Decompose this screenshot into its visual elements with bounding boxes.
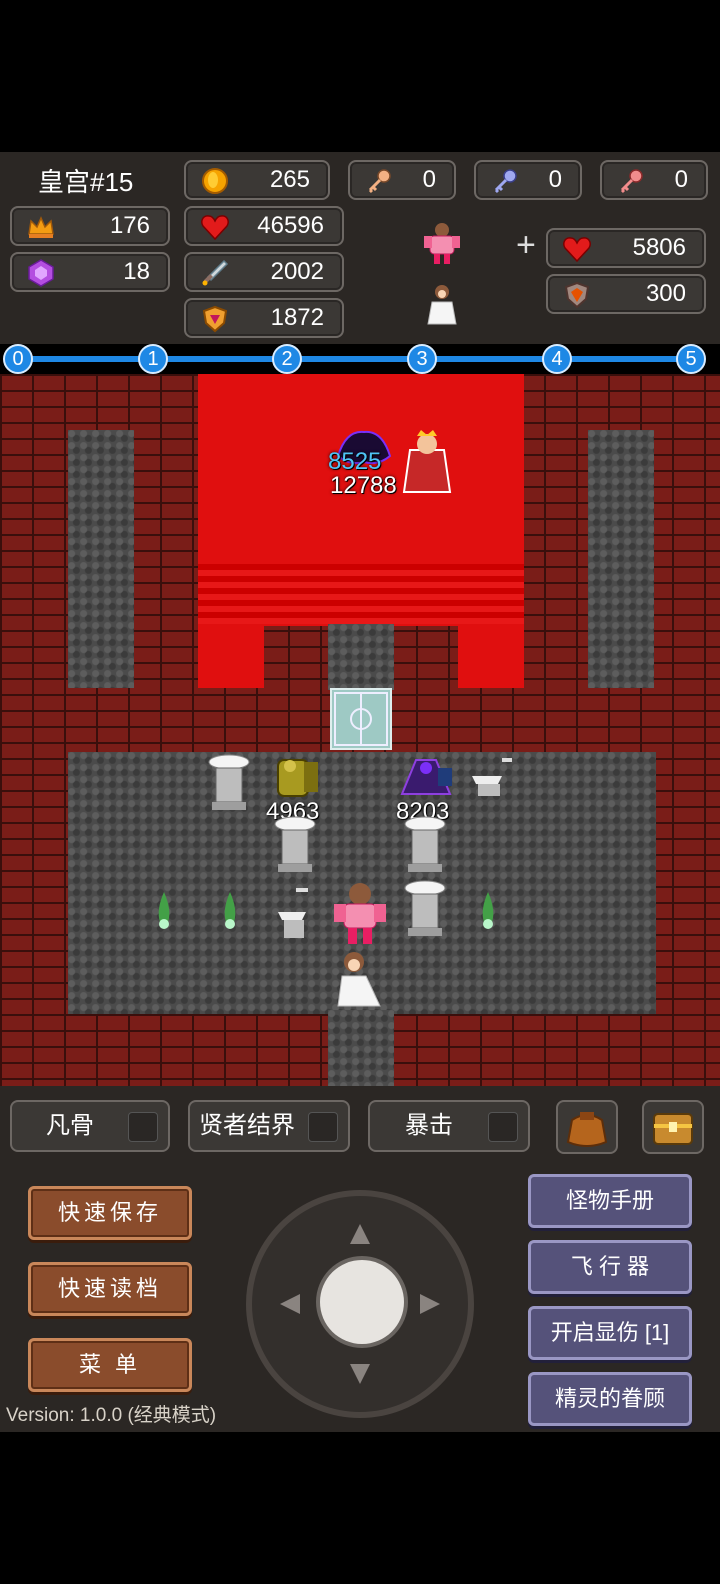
floor-track-line [18, 356, 702, 362]
king-npc-icon[interactable] [400, 428, 454, 494]
toggle-sage-barrier-checkbox[interactable] [308, 1112, 338, 1142]
level-stat: 176 [10, 206, 170, 246]
stone-column-right [588, 430, 654, 688]
heart-icon [563, 237, 591, 263]
pillar-icon [208, 754, 250, 810]
door-rune-icon [334, 692, 388, 746]
floor-node-5[interactable]: 5 [676, 344, 706, 374]
floor-progress-track: 0 1 2 3 4 5 [0, 344, 720, 374]
plus-icon: + [516, 226, 536, 264]
arrow-down-icon [350, 1364, 370, 1384]
joystick-knob[interactable] [320, 1260, 404, 1344]
stone-entrance [328, 1010, 394, 1086]
floor-node-0[interactable]: 0 [3, 344, 33, 374]
show-damage-button[interactable]: 开启显伤 [1] [528, 1306, 692, 1360]
red-key-stat: 0 [600, 160, 708, 200]
defense-stat: 1872 [184, 298, 344, 338]
hp-stat: 46596 [184, 206, 344, 246]
stone-column-left [68, 430, 134, 688]
chest-button[interactable] [642, 1100, 704, 1154]
floor-node-3[interactable]: 3 [407, 344, 437, 374]
fairy-portrait-icon [427, 285, 457, 325]
menu-button[interactable]: 菜 单 [28, 1338, 192, 1392]
floor-node-1[interactable]: 1 [138, 344, 168, 374]
fairy-favor-button[interactable]: 精灵的眷顾 [528, 1372, 692, 1426]
treasure-chest-icon [653, 1113, 693, 1145]
yellow-key-icon [368, 169, 391, 194]
monster-manual-button[interactable]: 怪物手册 [528, 1174, 692, 1228]
boss-damage-bottom: 12788 [330, 472, 397, 499]
sword-icon [202, 259, 229, 286]
broken-pillar-icon [278, 888, 308, 938]
gem-icon [28, 259, 54, 287]
flyer-button[interactable]: 飞 行 器 [528, 1240, 692, 1294]
dark-mage-icon[interactable] [396, 754, 456, 800]
arrow-right-icon [420, 1294, 440, 1314]
carpet-left [198, 624, 264, 688]
green-flame-icon [158, 892, 170, 929]
shield-icon [202, 305, 228, 333]
gem-stat: 18 [10, 252, 170, 292]
floor-title: 皇宫#15 [38, 167, 134, 197]
quick-load-button[interactable]: 快速读档 [28, 1262, 192, 1316]
stone-corridor [328, 624, 394, 690]
heart-icon [201, 215, 229, 241]
fairy-companion-icon[interactable] [330, 948, 386, 1010]
bottom-black-area [0, 1432, 720, 1584]
toggle-fangu-checkbox[interactable] [128, 1112, 158, 1142]
golden-knight-icon[interactable] [266, 752, 324, 802]
version-label: Version: 1.0.0 (经典模式) [6, 1405, 217, 1426]
floor-node-4[interactable]: 4 [542, 344, 572, 374]
bonus-def-stat: 300 [546, 274, 706, 314]
pillar-icon [404, 816, 446, 872]
carpet-right [458, 624, 524, 688]
toggle-critical-checkbox[interactable] [488, 1112, 518, 1142]
gold-stat: 265 [184, 160, 330, 200]
quick-save-button[interactable]: 快速保存 [28, 1186, 192, 1240]
toggle-critical[interactable]: 暴击 [368, 1100, 530, 1152]
green-flame-icon [224, 892, 236, 929]
toggle-sage-barrier[interactable]: 贤者结界 [188, 1100, 350, 1152]
game-map[interactable]: 8525 12788 4963 8203 [0, 374, 720, 1086]
blue-key-icon [494, 169, 517, 194]
pillar-icon [404, 880, 446, 936]
pillar-icon [274, 816, 316, 872]
toggle-fangu[interactable]: 凡骨 [10, 1100, 170, 1152]
magic-door[interactable] [330, 688, 392, 750]
coin-icon [202, 168, 228, 194]
yellow-key-stat: 0 [348, 160, 456, 200]
hero-portrait-icon [424, 223, 460, 264]
bonus-hp-stat: 5806 [546, 228, 706, 268]
arrow-up-icon [350, 1224, 370, 1244]
carpet-stairs [198, 564, 524, 624]
green-flame-icon [482, 892, 494, 929]
bag-button[interactable] [556, 1100, 618, 1154]
hero-player-icon[interactable] [328, 880, 392, 948]
arrow-left-icon [280, 1294, 300, 1314]
crown-icon [28, 216, 54, 238]
broken-pillar-icon [472, 758, 512, 796]
floor-node-2[interactable]: 2 [272, 344, 302, 374]
bag-icon [566, 1112, 608, 1147]
attack-stat: 2002 [184, 252, 344, 292]
blue-key-stat: 0 [474, 160, 582, 200]
red-key-icon [620, 169, 643, 194]
shield-icon [564, 281, 590, 309]
status-bar-area [0, 0, 720, 152]
